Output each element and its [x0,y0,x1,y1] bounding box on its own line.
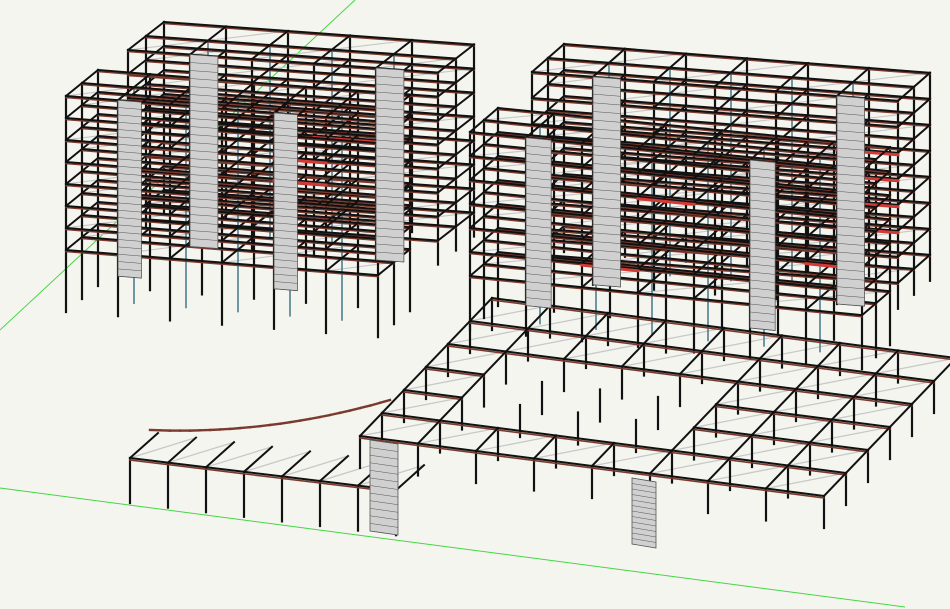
curved-canopy-curved-beam [228,426,242,431]
curved-canopy-slab-brace [281,455,349,478]
curved-canopy-curved-beam [268,422,282,427]
curved-canopy-curved-beam [298,417,312,422]
podium-courtyard-slab-brace [875,358,950,375]
curved-canopy-slab-brace [167,441,235,464]
curved-canopy-curved-beam [318,413,332,419]
curved-canopy-curved-beam [218,427,232,431]
curved-canopy-curved-beam [238,425,252,430]
curved-canopy-slab-brace [243,450,311,473]
curved-canopy-curved-beam [248,424,262,429]
structural-model-3d-view [0,0,950,608]
curved-canopy-curved-beam [348,406,362,413]
curved-canopy-curved-beam [328,411,342,417]
curved-canopy-slab-brace [205,445,273,469]
curved-canopy-curved-beam [258,423,272,428]
curved-canopy-curved-beam [288,419,302,424]
curved-canopy-slab-brace [129,436,197,459]
tower-right-front-core [749,159,776,331]
tower-right-front-core [525,137,552,309]
model-viewport[interactable] [0,0,950,609]
curved-canopy-curved-beam [378,398,392,405]
curved-canopy-curved-beam [278,420,292,426]
curved-canopy-curved-beam [358,404,372,410]
curved-canopy-curved-beam [338,409,352,415]
curved-canopy-curved-beam [308,415,322,421]
curved-canopy-curved-beam [368,401,382,408]
curved-canopy-curved-beam [208,428,222,432]
ground-axis-line-2 [0,487,906,608]
